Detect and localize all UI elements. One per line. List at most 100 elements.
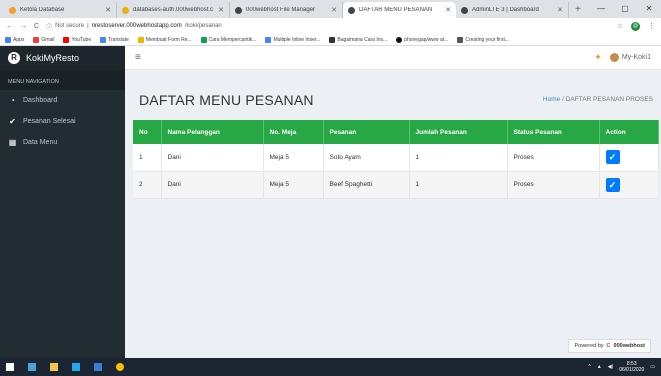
star-icon[interactable]: ☆ (617, 22, 623, 30)
info-icon[interactable]: ⓘ (46, 22, 52, 31)
task-view-icon[interactable] (28, 363, 36, 371)
bookmark-gmail[interactable]: Gmail (33, 36, 55, 43)
toolbar-right: ☆ @ ⋮ (617, 21, 655, 31)
tab-label: DAFTAR MENU PESANAN (359, 7, 433, 13)
tab-label: databases-auth.000webhost.c (133, 7, 214, 13)
complete-order-button[interactable]: ✓ (605, 150, 620, 165)
column-header: No. Meja (263, 120, 324, 144)
table-row: 2 Dani Meja 5 Beef Spaghetti 1 Proses ✓ (133, 171, 659, 199)
browser-tab[interactable]: databases-auth.000webhost.c ✕ (117, 2, 230, 18)
powered-by-label: Powered by (574, 343, 604, 349)
bookmark-label: Translate (108, 36, 129, 43)
site-icon (200, 36, 207, 43)
close-tab-icon[interactable]: ✕ (105, 6, 111, 14)
browser-tab[interactable]: AdminLTE 3 | Dashboard ✕ (456, 2, 569, 18)
cell-pesanan: Beef Spaghetti (323, 171, 410, 199)
sidebar-item-data-menu[interactable]: ▦ Data Menu (0, 132, 125, 153)
column-header: No (133, 120, 162, 144)
cell-action: ✓ (599, 171, 659, 199)
hamburger-menu-icon[interactable]: ≡ (135, 52, 141, 63)
close-tab-icon[interactable]: ✕ (445, 6, 451, 14)
cell-status-pesanan: Proses (507, 144, 600, 172)
back-icon[interactable]: ← (6, 23, 13, 30)
close-tab-icon[interactable]: ✕ (331, 6, 337, 14)
url-host: nrestoserver.000webhostapp.com (91, 23, 182, 29)
navbar-right: ✦ My-Koki1 (594, 52, 651, 63)
maximize-icon[interactable]: ▢ (613, 0, 637, 18)
bookmark-label: Gmail (41, 36, 55, 43)
volume-icon[interactable]: ◀) (608, 364, 614, 370)
vscode-icon[interactable] (72, 363, 80, 371)
clock[interactable]: 8:53 06/01/2020 (619, 361, 644, 373)
brand[interactable]: R KokiMyResto (0, 46, 125, 70)
chrome-icon[interactable] (116, 363, 124, 371)
cell-pesanan: Soto Ayam (323, 144, 410, 172)
close-tab-icon[interactable]: ✕ (557, 6, 563, 14)
menu-icon[interactable]: ⋮ (648, 22, 655, 30)
sidebar-item-pesanan-selesai[interactable]: ✔ Pesanan Selesai (0, 111, 125, 132)
url-field[interactable]: ⓘ Not secure | nrestoserver.000webhostap… (46, 22, 222, 31)
orders-table: No Nama Pelanggan No. Meja Pesanan Jumla… (133, 120, 659, 199)
app-icon[interactable] (94, 363, 102, 371)
bookmark-item[interactable]: phonegap/www at... (396, 36, 448, 43)
cell-no: 1 (133, 144, 162, 172)
reload-icon[interactable]: C (34, 23, 39, 30)
profile-avatar[interactable]: @ (631, 21, 640, 31)
site-icon (329, 36, 336, 43)
system-tray: ^ ▲ ◀) 8:53 06/01/2020 ▭ (588, 361, 655, 373)
dashboard-icon: ◔ (10, 96, 15, 105)
user-menu[interactable]: My-Koki1 (609, 53, 651, 62)
complete-order-button[interactable]: ✓ (605, 177, 620, 192)
breadcrumb-current: DAFTAR PESANAN PROSES (565, 96, 653, 103)
bookmark-item[interactable]: Creating your first... (457, 36, 509, 43)
forward-icon[interactable]: → (20, 23, 27, 30)
bookmark-item[interactable]: Multiple Inline Inser... (265, 36, 320, 43)
nav-header: MENU NAVIGATION (0, 70, 125, 90)
bookmark-youtube[interactable]: YouTube (63, 36, 92, 43)
tab-favicon-icon (235, 6, 242, 14)
browser-tab-active[interactable]: DAFTAR MENU PESANAN ✕ (343, 2, 456, 18)
bookmark-apps[interactable]: Apps (5, 36, 24, 43)
bookmark-label: YouTube (71, 36, 92, 43)
cell-action: ✓ (599, 144, 659, 172)
bookmark-item[interactable]: Bagaimana Cara Ins... (329, 36, 388, 43)
browser-tab[interactable]: Ketola Database ✕ (4, 2, 117, 18)
bookmark-label: Cara Mempercantik... (208, 36, 257, 43)
sidebar-item-label: Data Menu (23, 139, 58, 146)
page-title: DAFTAR MENU PESANAN (139, 92, 314, 108)
table-row: 1 Dani Meja 5 Soto Ayam 1 Proses ✓ (133, 144, 659, 172)
bookmark-label: Bagaimana Cara Ins... (337, 36, 388, 43)
notifications-icon[interactable]: ▭ (650, 364, 655, 370)
sidebar-item-label: Dashboard (23, 97, 58, 104)
bookmark-item[interactable]: Cara Mempercantik... (200, 36, 257, 43)
security-label: Not secure (55, 23, 85, 29)
tab-label: Ketola Database (20, 7, 65, 13)
network-icon[interactable]: ▲ (597, 364, 602, 370)
tab-favicon-icon (461, 6, 468, 14)
site-icon (265, 36, 272, 43)
main-content: DAFTAR MENU PESANAN Home / DAFTAR PESANA… (125, 70, 661, 358)
bookmark-item[interactable]: Membuat Form Re... (137, 36, 192, 43)
sidebar: R KokiMyResto MENU NAVIGATION ◔ Dashboar… (0, 46, 125, 358)
cell-jumlah-pesanan: 1 (409, 171, 508, 199)
bookmark-label: Membuat Form Re... (145, 36, 192, 43)
minimize-icon[interactable]: — (589, 0, 613, 18)
windows-start-icon[interactable] (6, 363, 14, 371)
breadcrumb-home-link[interactable]: Home (543, 96, 560, 103)
cell-jumlah-pesanan: 1 (409, 144, 508, 172)
bookmark-translate[interactable]: Translate (100, 36, 129, 43)
user-name: My-Koki1 (621, 54, 651, 61)
file-explorer-icon[interactable] (50, 363, 58, 371)
powered-by-badge[interactable]: Powered by C 000webhost (568, 339, 651, 353)
close-tab-icon[interactable]: ✕ (218, 6, 224, 14)
new-tab-button[interactable]: + (575, 4, 581, 15)
tray-chevron-icon[interactable]: ^ (588, 364, 590, 370)
sidebar-item-dashboard[interactable]: ◔ Dashboard (0, 90, 125, 111)
browser-tab[interactable]: 000webhost File Manager ✕ (230, 2, 343, 18)
url-path: /koki/pesanan (184, 23, 222, 29)
cell-nama-pelanggan: Dani (161, 144, 264, 172)
notification-icon[interactable]: ✦ (594, 52, 602, 63)
close-window-icon[interactable]: ✕ (637, 0, 661, 18)
column-header: Jumlah Pesanan (409, 120, 508, 144)
tab-favicon-icon (9, 6, 16, 14)
